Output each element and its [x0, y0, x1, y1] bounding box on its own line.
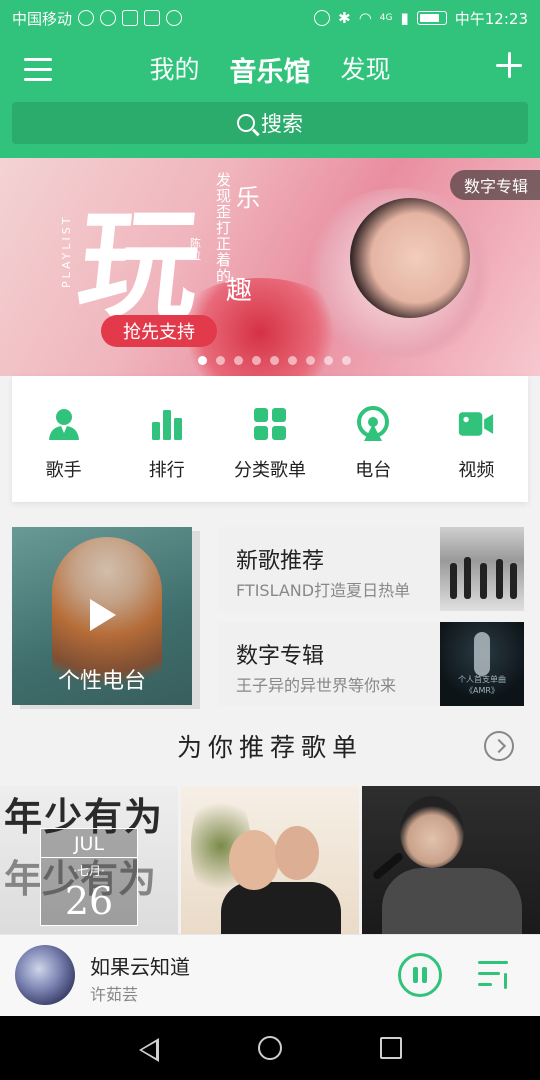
tab-music-hall[interactable]: 音乐馆	[230, 50, 311, 89]
bluetooth-icon: ✱	[338, 9, 351, 27]
banner-dot[interactable]	[287, 356, 297, 365]
digital-album-subtitle: 王子异的异世界等你来	[236, 676, 397, 695]
banner-playlist-word: PLAYLIST	[60, 214, 73, 288]
banner-artist-name: 陈粒	[190, 237, 201, 262]
new-songs-card[interactable]: 新歌推荐 FTISLAND打造夏日热单	[218, 527, 524, 611]
new-songs-cover	[440, 527, 524, 611]
pause-button[interactable]	[398, 953, 442, 997]
calendar-cn-month: ·七月·	[73, 864, 105, 878]
tab-mine[interactable]: 我的	[149, 50, 199, 89]
playlist-card[interactable]: 年少有为 年少有为 JUL ·七月· 26	[0, 786, 178, 934]
system-nav-bar	[0, 1016, 540, 1080]
digital-album-title: 数字专辑	[236, 644, 325, 669]
banner-pagination	[0, 356, 540, 365]
missed-call-icon	[166, 10, 183, 26]
banner-dot[interactable]	[323, 356, 333, 365]
top-header: 我的 音乐馆 发现 搜索	[0, 36, 540, 158]
banner-dot[interactable]	[215, 356, 225, 365]
playlist-card[interactable]	[181, 786, 359, 934]
banner-char-qu: 趣	[226, 276, 253, 306]
playlist-card[interactable]	[362, 786, 540, 934]
now-playing-artist: 许茹芸	[90, 985, 139, 1004]
mini-player[interactable]: 如果云知道 许茹芸	[0, 934, 540, 1016]
new-songs-title: 新歌推荐	[236, 549, 325, 574]
nav-video[interactable]: 视频	[425, 376, 528, 502]
support-button[interactable]: 抢先支持	[101, 315, 217, 347]
digital-album-card[interactable]: 数字专辑 王子异的异世界等你来 个人首支单曲《AMR》	[218, 622, 524, 706]
calendar-badge: JUL ·七月· 26	[40, 828, 138, 926]
personal-radio-card[interactable]: 个性电台	[12, 527, 192, 705]
back-icon[interactable]	[139, 1038, 159, 1062]
search-icon	[237, 114, 255, 132]
nav-singers[interactable]: 歌手	[12, 376, 115, 502]
network-type-label: 4G	[379, 13, 393, 23]
quick-nav: 歌手 排行 分类歌单 电台 视频	[12, 376, 528, 502]
play-icon[interactable]	[90, 599, 116, 631]
add-icon[interactable]	[496, 52, 522, 78]
personal-radio-label: 个性电台	[57, 669, 146, 694]
banner-dot[interactable]	[197, 356, 207, 365]
ranking-bars-icon	[151, 410, 182, 440]
promo-banner[interactable]: PLAYLIST 玩 发现歪打正着的 乐 陈粒 趣 抢先支持 数字专辑	[0, 158, 540, 376]
recent-apps-icon[interactable]	[380, 1037, 402, 1059]
clock-label: 中午12:23	[454, 9, 528, 28]
headphones-icon	[314, 10, 331, 26]
banner-dot[interactable]	[341, 356, 351, 365]
nav-ranking[interactable]: 排行	[115, 376, 218, 502]
wechat-icon	[100, 10, 117, 26]
nav-singers-label: 歌手	[45, 460, 82, 481]
tab-discover[interactable]: 发现	[341, 50, 391, 89]
banner-dot[interactable]	[233, 356, 243, 365]
video-app-icon	[122, 10, 139, 26]
nav-ranking-label: 排行	[148, 460, 185, 481]
calendar-month: JUL	[73, 833, 105, 855]
banner-dot[interactable]	[269, 356, 279, 365]
playlist-queue-icon[interactable]	[478, 959, 514, 991]
nav-categories-label: 分类歌单	[234, 460, 306, 481]
carrier-label: 中国移动	[12, 9, 73, 28]
recommend-title: 为你推荐歌单	[176, 733, 363, 762]
search-label: 搜索	[261, 112, 303, 136]
nav-radio[interactable]: 电台	[322, 376, 425, 502]
search-bar[interactable]: 搜索	[12, 102, 528, 144]
singer-icon	[48, 409, 79, 440]
digital-album-cover: 个人首支单曲《AMR》	[440, 622, 524, 706]
signal-icon: ▮	[400, 9, 409, 27]
digital-album-badge: 数字专辑	[449, 170, 540, 200]
new-songs-subtitle: FTISLAND打造夏日热单	[236, 581, 411, 600]
status-bar: 中国移动 ✱ ◠ 4G ▮ 中午12:23	[0, 0, 540, 36]
album-art[interactable]	[15, 945, 75, 1005]
home-icon[interactable]	[258, 1036, 282, 1060]
banner-char-le: 乐	[236, 184, 260, 212]
radio-icon	[357, 406, 390, 441]
now-playing-song: 如果云知道	[90, 955, 190, 979]
banner-artist-photo	[350, 198, 470, 318]
banner-dot[interactable]	[305, 356, 315, 365]
banner-dot[interactable]	[251, 356, 261, 365]
video-camera-icon	[459, 412, 494, 436]
battery-icon	[416, 11, 447, 25]
notification-icon	[78, 10, 95, 26]
top-tabs: 我的 音乐馆 发现	[0, 50, 540, 89]
calendar-day: 26	[64, 879, 114, 923]
nav-radio-label: 电台	[355, 460, 392, 481]
nav-video-label: 视频	[458, 460, 495, 481]
category-grid-icon	[254, 408, 286, 440]
digital-album-cover-text: 个人首支单曲《AMR》	[458, 675, 506, 695]
wifi-icon: ◠	[358, 9, 372, 27]
nav-categories[interactable]: 分类歌单	[218, 376, 321, 502]
chevron-right-icon[interactable]	[484, 731, 514, 761]
bank-app-icon	[144, 10, 161, 26]
